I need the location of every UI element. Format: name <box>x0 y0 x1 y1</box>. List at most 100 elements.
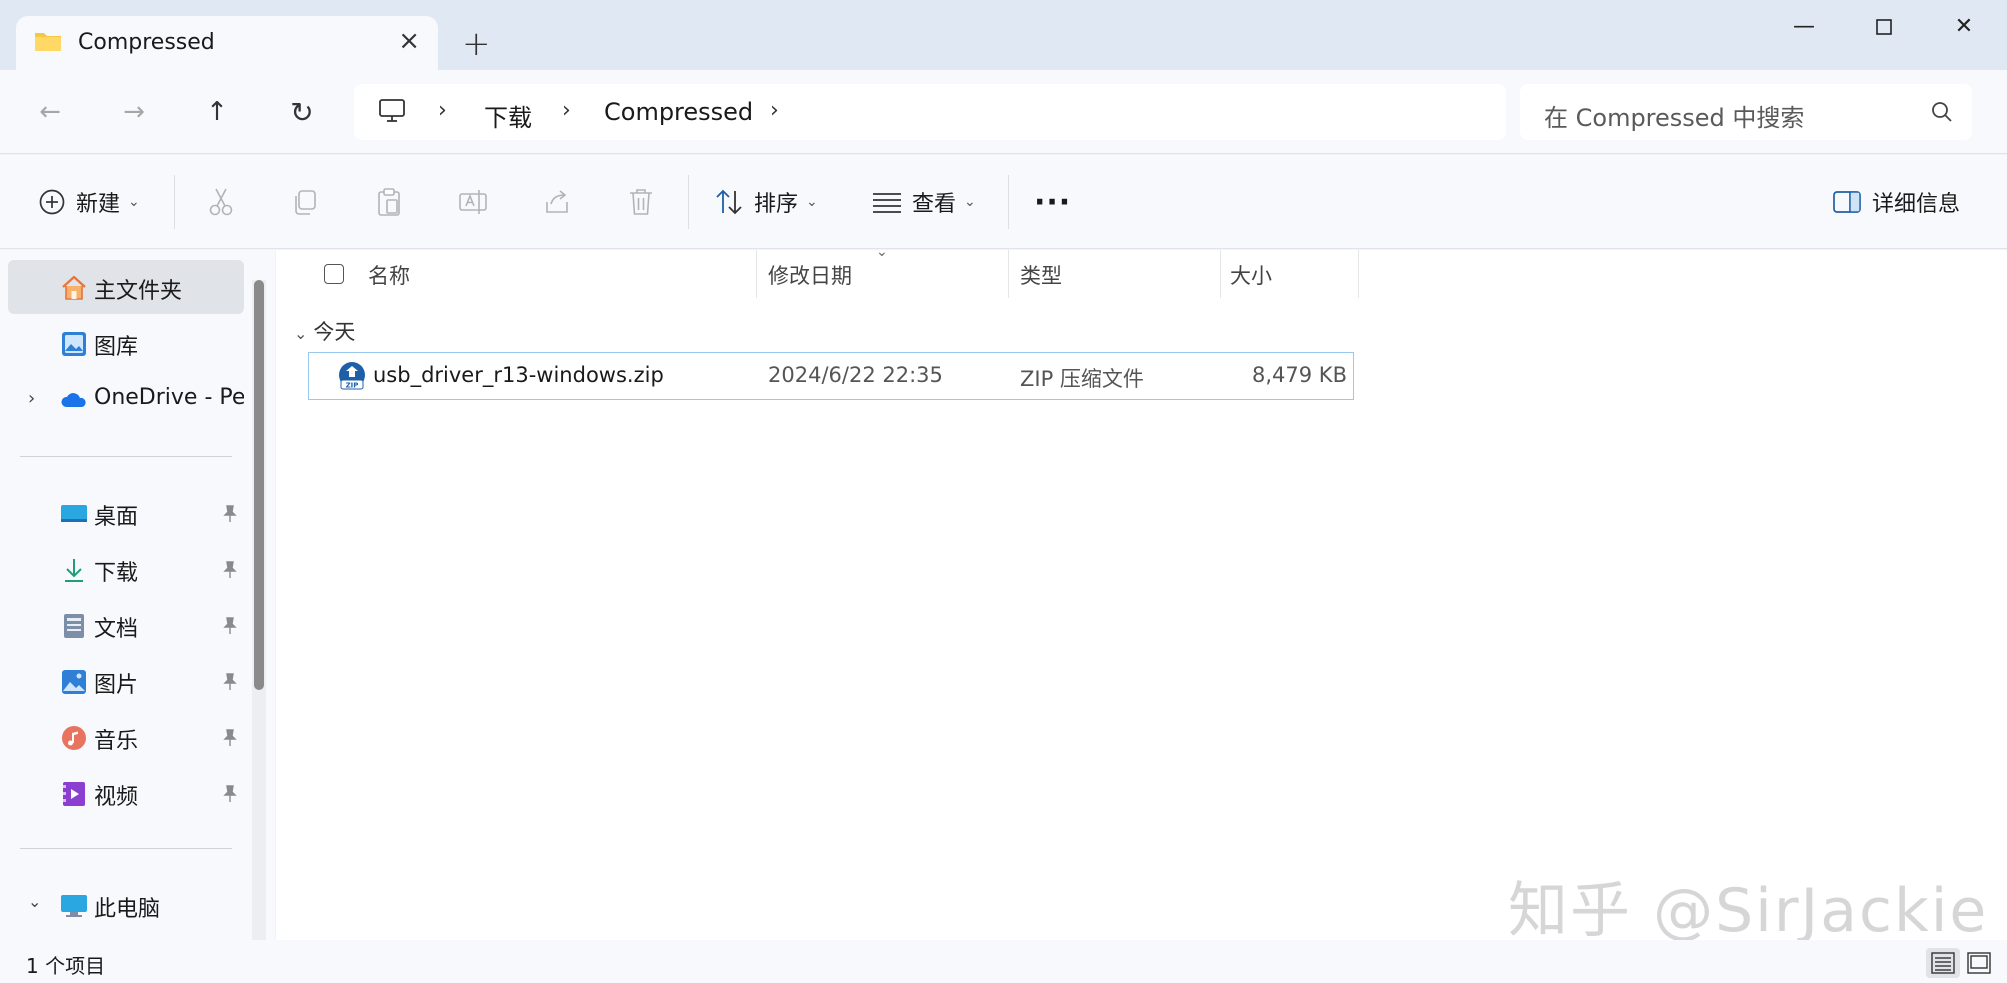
minimize-button[interactable]: — <box>1784 12 1824 42</box>
new-button-label: 新建 <box>76 192 121 217</box>
scissors-icon <box>209 188 233 216</box>
file-name[interactable]: usb_driver_r13-windows.zip <box>373 363 664 387</box>
forward-arrow-icon: → <box>123 97 145 127</box>
sidebar-scrollbar[interactable] <box>252 280 266 940</box>
sidebar-item-home[interactable]: 主文件夹 <box>8 260 244 314</box>
chevron-down-icon: ⌄ <box>806 194 818 210</box>
sidebar-item-label: 图库 <box>94 335 139 360</box>
pin-icon[interactable] <box>220 560 240 580</box>
close-window-button[interactable]: ✕ <box>1944 12 1984 42</box>
column-header-type[interactable]: 类型 <box>1020 260 1062 290</box>
pin-icon[interactable] <box>220 504 240 524</box>
chevron-right-icon[interactable]: › <box>28 388 35 409</box>
command-bar: 新建 ⌄ 排序 ⌄ 查看 ⌄ ··· 详细信息 <box>0 155 2007 249</box>
sidebar-divider <box>20 456 232 457</box>
cut-button[interactable] <box>204 185 238 219</box>
computer-icon <box>379 99 405 122</box>
sort-button[interactable]: 排序 ⌄ <box>714 185 818 219</box>
breadcrumb-separator[interactable]: › <box>438 98 447 123</box>
address-bar-row: ← → ↑ ↻ › 下载 › Compressed › 在 Compressed… <box>0 70 2007 154</box>
column-divider[interactable] <box>756 250 757 298</box>
details-pane-button[interactable]: 详细信息 <box>1832 185 1960 219</box>
tiles-view-button[interactable] <box>1962 948 1996 978</box>
breadcrumb-separator[interactable]: › <box>770 98 779 123</box>
download-icon <box>65 559 83 582</box>
group-label: 今天 <box>313 320 356 344</box>
breadcrumb-separator[interactable]: › <box>562 98 571 123</box>
delete-button[interactable] <box>624 185 658 219</box>
sort-button-label: 排序 <box>754 192 799 217</box>
back-button[interactable]: ← <box>28 90 72 134</box>
details-view-button[interactable] <box>1926 948 1960 978</box>
sidebar-item-gallery[interactable]: 图库 <box>8 316 244 370</box>
file-type: ZIP 压缩文件 <box>1020 367 1144 391</box>
documents-icon <box>64 614 84 638</box>
scrollbar-thumb[interactable] <box>254 280 264 690</box>
chevron-down-icon: ⌄ <box>294 324 308 343</box>
address-bar[interactable]: › 下载 › Compressed › <box>354 84 1506 140</box>
sidebar-item-music[interactable]: 音乐 <box>8 710 244 764</box>
pin-icon[interactable] <box>220 672 240 692</box>
sidebar-item-downloads[interactable]: 下载 <box>8 542 244 596</box>
pin-icon[interactable] <box>220 728 240 748</box>
sidebar-item-onedrive[interactable]: › OneDrive - Per <box>8 372 244 426</box>
search-box[interactable]: 在 Compressed 中搜索 <box>1520 84 1972 140</box>
close-tab-button[interactable]: × <box>398 28 420 54</box>
search-icon <box>1932 102 1952 122</box>
back-arrow-icon: ← <box>39 97 61 127</box>
file-list: 名称 ⌄ 修改日期 类型 大小 ⌄ 今天 ZIP usb_driver_r13-w… <box>276 244 2007 940</box>
sidebar-item-this-pc[interactable]: ⌄ 此电脑 <box>8 878 244 932</box>
sidebar-item-pictures[interactable]: 图片 <box>8 654 244 708</box>
copy-button[interactable] <box>288 185 322 219</box>
folder-icon <box>35 33 61 51</box>
column-divider[interactable] <box>1220 250 1221 298</box>
navigation-pane: 主文件夹 图库 › OneDrive - Per 桌面 下载 文档 图片 音乐 … <box>0 250 275 940</box>
new-button[interactable]: 新建 ⌄ <box>38 185 140 219</box>
pin-icon[interactable] <box>220 616 240 636</box>
divider <box>174 175 175 229</box>
sort-indicator-icon: ⌄ <box>876 244 888 260</box>
divider <box>688 175 689 229</box>
rename-icon <box>459 190 487 214</box>
column-divider[interactable] <box>1008 250 1009 298</box>
up-button[interactable]: ↑ <box>195 90 239 134</box>
more-options-button[interactable]: ··· <box>1034 185 1071 220</box>
tab-title: Compressed <box>78 30 215 55</box>
search-input[interactable]: 在 Compressed 中搜索 <box>1544 98 1804 133</box>
new-tab-button[interactable]: + <box>462 27 491 61</box>
chevron-down-icon[interactable]: ⌄ <box>28 892 41 911</box>
select-all-checkbox[interactable] <box>324 264 344 284</box>
paste-button[interactable] <box>372 185 406 219</box>
desktop-icon <box>61 505 87 522</box>
breadcrumb-downloads[interactable]: 下载 <box>484 98 532 133</box>
column-header-name[interactable]: 名称 <box>368 260 410 290</box>
refresh-button[interactable]: ↻ <box>280 90 324 134</box>
column-divider[interactable] <box>1358 250 1359 298</box>
column-header-date[interactable]: 修改日期 <box>768 260 852 290</box>
forward-button[interactable]: → <box>112 90 156 134</box>
zip-file-icon: ZIP <box>339 362 365 390</box>
table-row[interactable]: ZIP usb_driver_r13-windows.zip 2024/6/22… <box>308 352 1354 400</box>
share-button[interactable] <box>540 185 574 219</box>
pin-icon[interactable] <box>220 784 240 804</box>
maximize-icon <box>1876 19 1892 35</box>
sidebar-item-documents[interactable]: 文档 <box>8 598 244 652</box>
up-arrow-icon: ↑ <box>206 97 228 127</box>
breadcrumb-compressed[interactable]: Compressed <box>604 98 753 126</box>
music-icon <box>62 726 86 750</box>
refresh-icon: ↻ <box>290 95 314 129</box>
group-header-today[interactable]: ⌄ 今天 <box>294 316 355 346</box>
view-button[interactable]: 查看 ⌄ <box>872 185 976 219</box>
details-pane-label: 详细信息 <box>1872 192 1961 217</box>
file-date: 2024/6/22 22:35 <box>768 363 943 387</box>
this-pc-icon <box>61 895 87 917</box>
column-header-size[interactable]: 大小 <box>1230 260 1272 290</box>
tab-compressed[interactable]: Compressed × <box>16 16 438 70</box>
rename-button[interactable] <box>456 185 490 219</box>
maximize-button[interactable] <box>1864 12 1904 42</box>
sidebar-item-videos[interactable]: 视频 <box>8 766 244 820</box>
sidebar-item-label: OneDrive - Per <box>94 385 244 410</box>
sidebar-item-desktop[interactable]: 桌面 <box>8 486 244 540</box>
view-button-label: 查看 <box>912 192 957 217</box>
gallery-icon <box>62 332 86 356</box>
